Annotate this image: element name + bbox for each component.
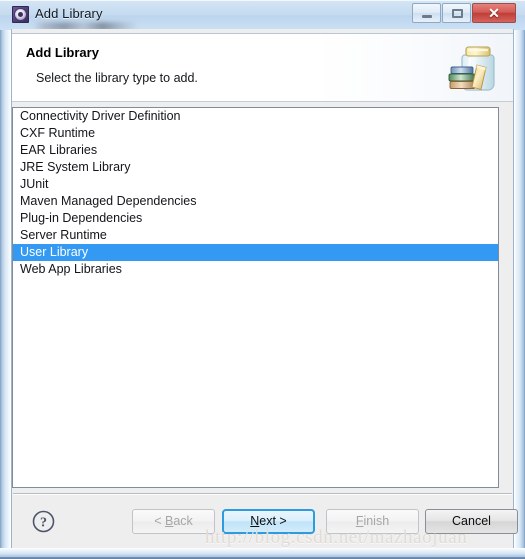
minimize-button[interactable] <box>412 3 441 23</box>
eclipse-wizard-icon <box>12 6 29 23</box>
add-library-dialog-window: Add Library ✕ Add Library Select the lib… <box>0 0 525 559</box>
maximize-restore-button[interactable] <box>442 3 471 23</box>
list-item[interactable]: Web App Libraries <box>13 261 498 278</box>
list-item[interactable]: Server Runtime <box>13 227 498 244</box>
list-item[interactable]: JRE System Library <box>13 159 498 176</box>
back-button[interactable]: < Back <box>132 509 215 534</box>
back-button-prefix: < <box>154 514 165 528</box>
back-button-label: ack <box>173 514 193 528</box>
close-button[interactable]: ✕ <box>472 3 516 23</box>
list-item[interactable]: Plug-in Dependencies <box>13 210 498 227</box>
watermark-text: http://blog.csdn.net/mazhaojuan <box>205 527 468 548</box>
next-button-label: ext > <box>259 514 287 528</box>
list-item[interactable]: Connectivity Driver Definition <box>13 108 498 125</box>
dialog-client-area: Add Library Select the library type to a… <box>11 29 518 548</box>
gear-icon <box>15 9 26 20</box>
minimize-icon <box>422 15 432 18</box>
button-bar-separator-highlight <box>13 494 512 495</box>
list-item[interactable]: EAR Libraries <box>13 142 498 159</box>
close-icon: ✕ <box>488 5 500 21</box>
svg-text:?: ? <box>40 516 47 531</box>
library-type-list[interactable]: Connectivity Driver Definition CXF Runti… <box>12 107 499 488</box>
window-border-left <box>0 0 11 559</box>
cancel-button-label: Cancel <box>452 514 491 528</box>
help-icon[interactable]: ? <box>32 510 55 533</box>
window-border-right <box>514 0 525 559</box>
page-title: Add Library <box>26 45 99 60</box>
restore-icon <box>452 9 463 18</box>
list-item-selected[interactable]: User Library <box>13 244 498 261</box>
page-subtitle: Select the library type to add. <box>36 71 198 85</box>
finish-button-label: inish <box>363 514 390 528</box>
list-item[interactable]: Maven Managed Dependencies <box>13 193 498 210</box>
list-item[interactable]: CXF Runtime <box>13 125 498 142</box>
jar-with-books-icon <box>443 37 505 99</box>
list-item[interactable]: JUnit <box>13 176 498 193</box>
window-title: Add Library <box>35 6 103 21</box>
title-bar[interactable]: Add Library ✕ <box>0 0 525 31</box>
next-button-mnemonic: N <box>250 514 260 528</box>
wizard-header: Add Library Select the library type to a… <box>12 33 513 102</box>
